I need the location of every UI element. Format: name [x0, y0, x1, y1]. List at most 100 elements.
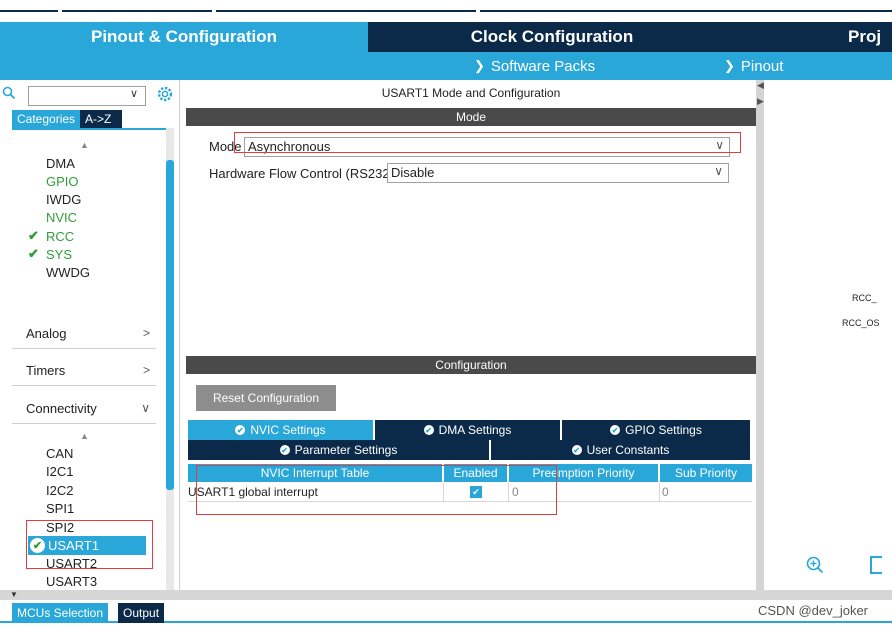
divider: [12, 128, 166, 130]
chevron-right-icon: >: [142, 363, 150, 377]
check-circle-icon: ✔: [235, 425, 246, 435]
hwflow-value: Disable: [391, 165, 435, 180]
sort-icon[interactable]: ▲: [80, 140, 89, 150]
tab-parameter-settings[interactable]: ✔ Parameter Settings: [188, 440, 490, 460]
collapse-arrow-icon[interactable]: ◀: [757, 80, 764, 91]
section-label: Analog: [26, 325, 67, 341]
list-item-sys[interactable]: SYS: [46, 247, 72, 263]
tab-label: Proj: [848, 27, 882, 46]
hwflow-label: Hardware Flow Control (RS232): [209, 166, 394, 181]
panel-splitter[interactable]: ◀ ▶: [756, 80, 764, 590]
main-tab-bar: Pinout & Configuration Clock Configurati…: [0, 22, 892, 52]
pinout-menu[interactable]: ❯ Pinout: [724, 52, 783, 80]
stm32cubemx-window: Pinout & Configuration Clock Configurati…: [0, 0, 892, 627]
list-item-dma[interactable]: DMA: [46, 156, 75, 172]
tab-user-constants[interactable]: ✔ User Constants: [491, 440, 750, 460]
tab-label: Parameter Settings: [294, 443, 398, 457]
sidebar-scrollbar-thumb[interactable]: [166, 160, 174, 490]
tab-label: Pinout & Configuration: [90, 27, 278, 46]
strip-line: [216, 10, 476, 12]
check-circle-icon: ✔: [423, 425, 434, 435]
search-icon[interactable]: [2, 86, 16, 100]
list-item-wwdg[interactable]: WWDG: [46, 265, 90, 281]
tab-output[interactable]: Output: [118, 603, 165, 623]
tab-clock-configuration[interactable]: Clock Configuration: [370, 22, 734, 52]
tab-project-manager[interactable]: Proj: [736, 22, 892, 52]
strip-line: [480, 10, 892, 12]
tab-gpio-settings[interactable]: ✔ GPIO Settings: [562, 420, 750, 440]
zoom-in-icon[interactable]: [806, 556, 824, 574]
category-tabs: Categories A->Z: [12, 110, 123, 128]
check-circle-icon: ✔: [571, 445, 582, 455]
highlight-box: [234, 132, 741, 153]
list-item-rcc[interactable]: RCC: [46, 229, 74, 245]
tab-pinout-configuration[interactable]: Pinout & Configuration: [0, 22, 368, 52]
list-item-can[interactable]: CAN: [46, 446, 73, 462]
sub-tab-bar: ❯ Software Packs ❯ Pinout: [368, 52, 892, 80]
software-packs-menu[interactable]: ❯ Software Packs: [474, 52, 595, 80]
divider: [12, 385, 156, 386]
section-analog[interactable]: Analog >: [26, 322, 150, 344]
mode-header: Mode: [186, 108, 756, 126]
section-connectivity[interactable]: Connectivity ∨: [26, 397, 150, 419]
checkmark-icon: ✔: [28, 246, 39, 261]
divider: [12, 348, 156, 349]
chevron-down-icon: ∨: [141, 401, 150, 415]
list-item-spi1[interactable]: SPI1: [46, 501, 74, 517]
scroll-down-arrow-icon[interactable]: ▼: [10, 590, 18, 599]
expand-arrow-icon[interactable]: ▶: [757, 96, 764, 107]
tab-categories[interactable]: Categories: [12, 110, 81, 128]
table-row-sub-priority-cell[interactable]: 0: [660, 483, 752, 502]
list-item-gpio[interactable]: GPIO: [46, 174, 79, 190]
tab-label: User Constants: [586, 443, 670, 457]
hwflow-select[interactable]: Disable ∨: [387, 163, 729, 183]
panel-title: USART1 Mode and Configuration: [381, 86, 561, 100]
gear-icon[interactable]: [156, 85, 174, 103]
sub-tab-label: Software Packs: [490, 57, 596, 75]
reset-configuration-button[interactable]: Reset Configuration: [196, 385, 336, 411]
tab-nvic-settings[interactable]: ✔ NVIC Settings: [188, 420, 374, 440]
check-circle-icon: ✔: [279, 445, 290, 455]
tab-label: NVIC Settings: [250, 423, 326, 437]
categories-sidebar: ∨ Categories A->Z ▲ DMA GPIO IWDG NVIC ✔ …: [0, 80, 180, 590]
pin-label: RCC_OS: [842, 318, 880, 328]
sub-tab-spacer: [0, 52, 368, 80]
list-item-nvic[interactable]: NVIC: [46, 210, 77, 226]
divider: [12, 423, 156, 424]
chevron-down-icon[interactable]: ∨: [130, 87, 138, 100]
top-strip: [0, 0, 892, 20]
section-label: Connectivity: [26, 400, 97, 416]
highlight-box: [196, 465, 557, 515]
tab-mcus-selection[interactable]: MCUs Selection: [12, 603, 109, 623]
section-label: Timers: [26, 362, 66, 378]
tab-label: DMA Settings: [438, 423, 512, 437]
list-item-i2c1[interactable]: I2C1: [46, 464, 73, 480]
check-circle-icon: ✔: [610, 425, 621, 435]
search-input[interactable]: [28, 86, 146, 106]
column-header-sub-priority[interactable]: Sub Priority: [660, 464, 752, 482]
tab-label: Clock Configuration: [470, 27, 634, 46]
watermark-text: CSDN @dev_joker: [758, 603, 869, 618]
sub-tab-label: Pinout: [740, 57, 784, 75]
horizontal-scrollbar[interactable]: ▼: [0, 590, 892, 600]
list-item-usart3[interactable]: USART3: [46, 574, 97, 590]
sub-priority-value: 0: [662, 485, 669, 499]
chevron-down-icon: ❯: [724, 58, 735, 73]
strip-line: [0, 10, 58, 12]
pinout-view: RCC_ RCC_OS: [764, 80, 892, 590]
mode-configuration-panel: USART1 Mode and Configuration Mode Mode …: [186, 80, 756, 590]
chevron-right-icon: >: [142, 326, 150, 340]
chevron-down-icon: ❯: [474, 58, 485, 73]
strip-line: [62, 10, 212, 12]
highlight-box: [26, 520, 153, 569]
section-timers[interactable]: Timers >: [26, 359, 150, 381]
configuration-header: Configuration: [186, 356, 756, 374]
list-item-i2c2[interactable]: I2C2: [46, 483, 73, 499]
list-item-iwdg[interactable]: IWDG: [46, 192, 81, 208]
tab-dma-settings[interactable]: ✔ DMA Settings: [375, 420, 561, 440]
sort-icon[interactable]: ▲: [80, 431, 89, 441]
search-row: ∨: [0, 84, 180, 106]
tab-a-to-z[interactable]: A->Z: [80, 110, 123, 128]
fit-screen-icon[interactable]: [870, 556, 882, 574]
config-tabs-row-2: ✔ Parameter Settings ✔ User Constants: [188, 440, 750, 460]
